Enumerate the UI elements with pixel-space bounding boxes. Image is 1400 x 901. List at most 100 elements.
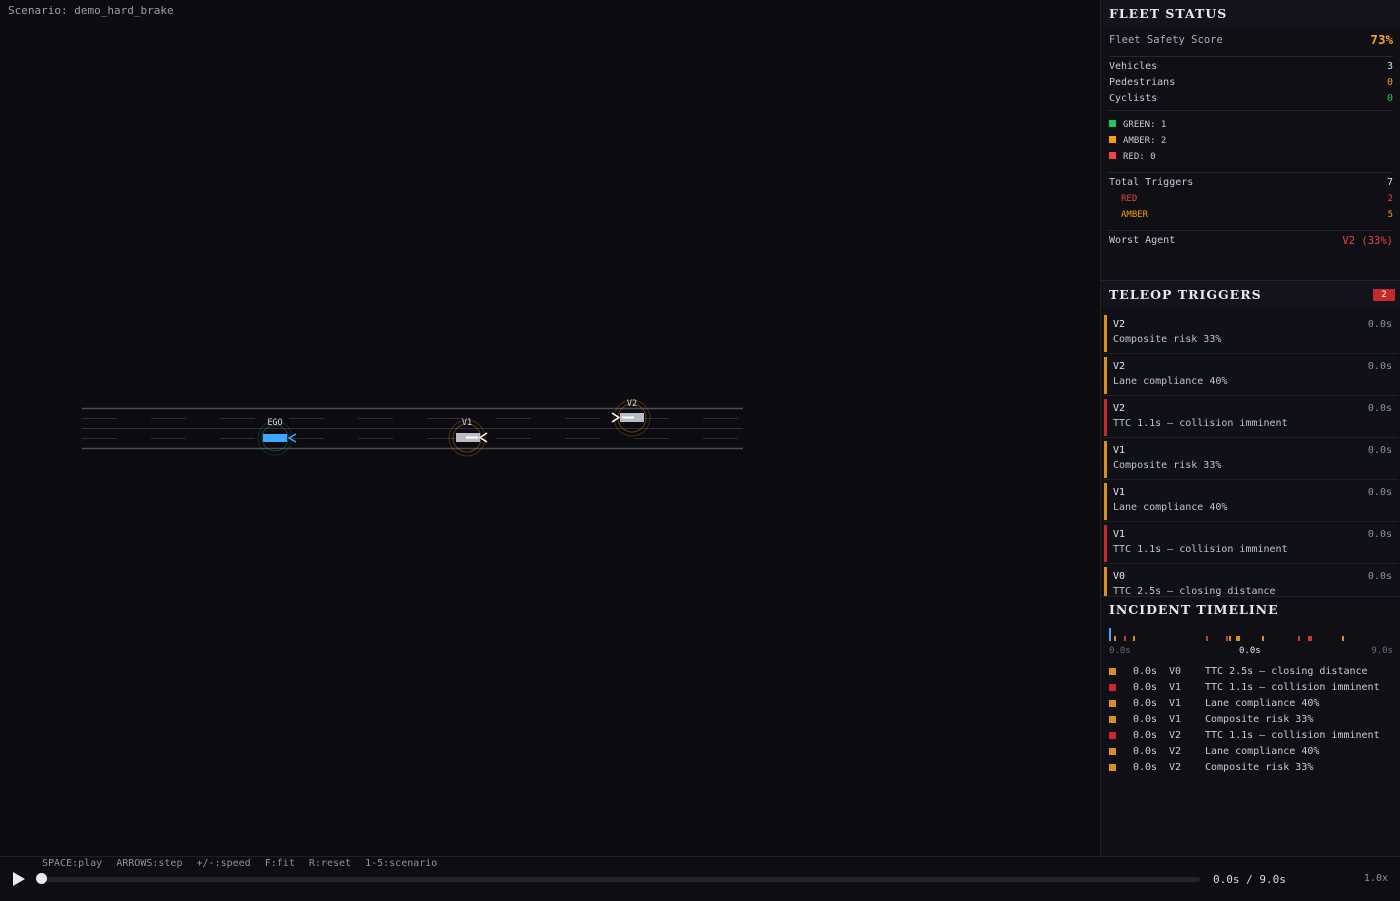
timeline-event[interactable]: 0.0s V2 Composite risk 33%: [1109, 761, 1399, 775]
trigger-card[interactable]: V1 0.0s TTC 1.1s — collision imminent: [1104, 524, 1398, 564]
fleet-score-label: Fleet Safety Score: [1109, 34, 1223, 46]
worst-agent-value: V2 (33%): [1342, 235, 1393, 247]
count-row-vehicles: Vehicles 3: [1109, 60, 1393, 74]
timeline-event[interactable]: 0.0s V1 Lane compliance 40%: [1109, 697, 1399, 711]
count-row-cyclists: Cyclists 0: [1109, 92, 1393, 106]
amber-triggers-value: 5: [1387, 210, 1393, 220]
road-view: EGO V1 V2: [82, 399, 743, 457]
teleop-triggers-title: TELEOP TRIGGERS: [1109, 287, 1262, 302]
severity-square-icon: [1109, 764, 1116, 771]
timeline-mark: [1238, 636, 1240, 641]
event-message: Composite risk 33%: [1205, 762, 1314, 773]
count-label: Vehicles: [1109, 61, 1158, 72]
severity-bar: [1104, 525, 1107, 562]
count-row-pedestrians: Pedestrians 0: [1109, 76, 1393, 90]
event-time: 0.0s: [1133, 682, 1158, 693]
red-triggers-label: RED: [1121, 194, 1138, 204]
red-triggers-value: 2: [1387, 194, 1393, 204]
scrubber-handle[interactable]: [36, 873, 47, 884]
fleet-status-panel: FLEET STATUS Fleet Safety Score 73% Vehi…: [1101, 0, 1400, 279]
trigger-agent: V1: [1113, 445, 1126, 456]
event-agent: V1: [1169, 714, 1182, 725]
vehicle-label-v2: V2: [627, 399, 637, 409]
event-message: TTC 1.1s — collision imminent: [1205, 730, 1380, 741]
vehicle-v2[interactable]: V2: [611, 399, 651, 437]
teleop-count-badge: 2: [1373, 289, 1395, 301]
incident-timeline-panel: INCIDENT TIMELINE 0.0s 0.0s 9.0s 0.0s V0 T…: [1101, 596, 1400, 857]
trigger-card[interactable]: V1 0.0s Lane compliance 40%: [1104, 482, 1398, 522]
status-row-green: GREEN: 1: [1109, 118, 1393, 132]
timeline-mark: [1133, 636, 1135, 641]
severity-bar: [1104, 357, 1107, 394]
event-time: 0.0s: [1133, 666, 1158, 677]
event-message: TTC 2.5s — closing distance: [1205, 666, 1368, 677]
timeline-mark: [1310, 636, 1312, 641]
severity-bar: [1104, 315, 1107, 352]
speed-indicator[interactable]: 1.0x: [1364, 873, 1388, 884]
red-triggers-row: RED 2: [1109, 192, 1393, 206]
timeline-event[interactable]: 0.0s V1 TTC 1.1s — collision imminent: [1109, 681, 1399, 695]
amber-square-icon: [1109, 136, 1116, 143]
timeline-event[interactable]: 0.0s V0 TTC 2.5s — closing distance: [1109, 665, 1399, 679]
trigger-time: 0.0s: [1367, 361, 1392, 372]
timeline-end-label: 9.0s: [1371, 646, 1393, 656]
timeline-event[interactable]: 0.0s V2 TTC 1.1s — collision imminent: [1109, 729, 1399, 743]
teleop-triggers-panel: TELEOP TRIGGERS 2 V2 0.0s Composite risk 3…: [1101, 280, 1400, 597]
timeline-mark: [1206, 636, 1208, 641]
time-display: 0.0s / 9.0s: [1213, 873, 1286, 886]
trigger-time: 0.0s: [1367, 571, 1392, 582]
severity-square-icon: [1109, 700, 1116, 707]
red-square-icon: [1109, 152, 1116, 159]
trigger-card[interactable]: V2 0.0s Composite risk 33%: [1104, 314, 1398, 354]
severity-bar: [1104, 399, 1107, 436]
timeline-event[interactable]: 0.0s V2 Lane compliance 40%: [1109, 745, 1399, 759]
count-label: Cyclists: [1109, 93, 1158, 104]
simulation-canvas[interactable]: Scenario: demo_hard_brake EGO V1 V2: [0, 0, 1100, 856]
event-message: Composite risk 33%: [1205, 714, 1314, 725]
event-message: Lane compliance 40%: [1205, 746, 1320, 757]
total-triggers-value: 7: [1386, 177, 1393, 188]
trigger-message: Composite risk 33%: [1113, 460, 1222, 471]
timeline-mark: [1229, 636, 1231, 641]
timeline-mark: [1298, 636, 1300, 641]
trigger-agent: V2: [1113, 319, 1126, 330]
trigger-message: Lane compliance 40%: [1113, 502, 1228, 513]
timeline-cursor[interactable]: [1109, 628, 1111, 641]
event-message: Lane compliance 40%: [1205, 698, 1320, 709]
trigger-message: Composite risk 33%: [1113, 334, 1222, 345]
vehicle-label-v1: V1: [462, 418, 472, 428]
event-agent: V2: [1169, 762, 1182, 773]
vehicle-ego[interactable]: EGO: [257, 418, 297, 456]
divider: [1109, 56, 1393, 57]
status-label: GREEN: 1: [1123, 120, 1167, 130]
count-value: 3: [1386, 61, 1393, 72]
vehicle-v1[interactable]: V1: [448, 418, 488, 457]
count-label: Pedestrians: [1109, 77, 1176, 88]
teleop-triggers-header: TELEOP TRIGGERS 2: [1101, 281, 1400, 308]
timeline-mark: [1226, 636, 1228, 641]
fleet-score-row: Fleet Safety Score 73%: [1109, 33, 1393, 49]
trigger-card[interactable]: V2 0.0s Lane compliance 40%: [1104, 356, 1398, 396]
timeline-strip[interactable]: [1109, 627, 1393, 647]
trigger-time: 0.0s: [1367, 445, 1392, 456]
amber-triggers-label: AMBER: [1121, 210, 1149, 220]
severity-square-icon: [1109, 684, 1116, 691]
trigger-card[interactable]: V1 0.0s Composite risk 33%: [1104, 440, 1398, 480]
timeline-scrubber[interactable]: [38, 877, 1200, 882]
status-row-red: RED: 0: [1109, 150, 1393, 164]
trigger-card[interactable]: V2 0.0s TTC 1.1s — collision imminent: [1104, 398, 1398, 438]
incident-timeline-title: INCIDENT TIMELINE: [1109, 602, 1279, 617]
play-icon[interactable]: [8, 869, 28, 889]
event-time: 0.0s: [1133, 730, 1158, 741]
status-label: RED: 0: [1123, 152, 1156, 162]
event-time: 0.0s: [1133, 698, 1158, 709]
count-value: 0: [1386, 93, 1393, 104]
trigger-time: 0.0s: [1367, 403, 1392, 414]
trigger-time: 0.0s: [1367, 529, 1392, 540]
trigger-card[interactable]: V0 0.0s TTC 2.5s — closing distance: [1104, 566, 1398, 597]
timeline-event[interactable]: 0.0s V1 Composite risk 33%: [1109, 713, 1399, 727]
count-value: 0: [1386, 77, 1393, 88]
event-agent: V1: [1169, 698, 1182, 709]
timeline-mark: [1114, 636, 1116, 641]
trigger-agent: V1: [1113, 529, 1126, 540]
